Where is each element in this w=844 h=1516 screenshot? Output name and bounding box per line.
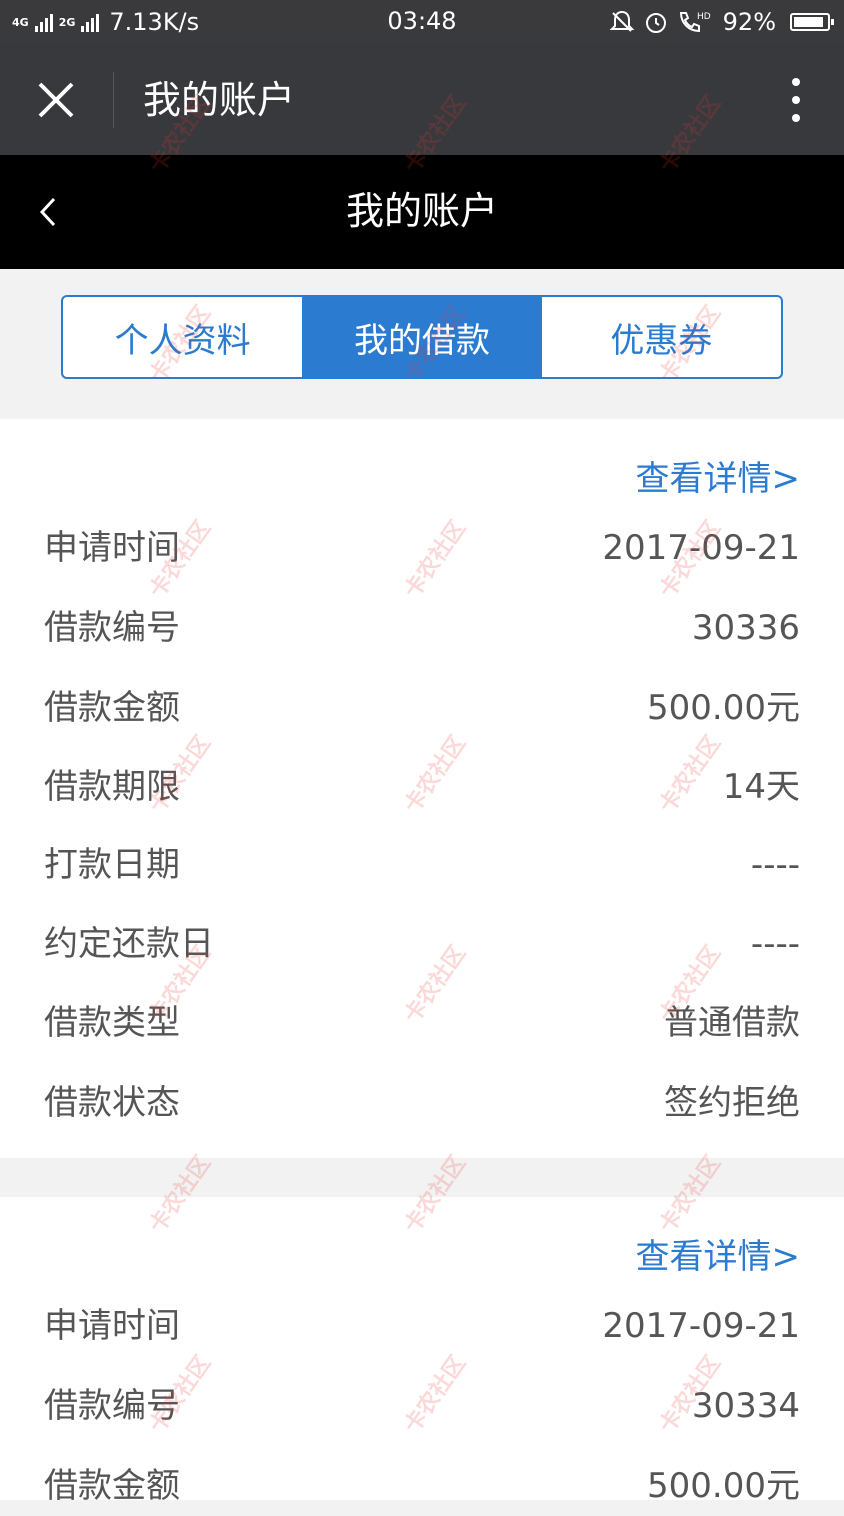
tab-my-loans[interactable]: 我的借款	[302, 297, 542, 377]
field-label: 借款编号	[44, 1386, 180, 1426]
field-value: 500.00元	[647, 1466, 800, 1506]
list-item: 借款金额 500.00元	[0, 1456, 844, 1516]
tab-bar: 个人资料 我的借款 优惠券	[61, 295, 783, 379]
loan-card: 查看详情> 申请时间 2017-09-21 借款编号 30336 借款金额 50…	[0, 419, 844, 1158]
field-label: 打款日期	[44, 845, 180, 885]
page-nav: 我的账户	[0, 155, 844, 269]
hd-call-icon: HD	[679, 12, 711, 33]
page-title: 我的账户	[345, 189, 498, 233]
loan-card: 查看详情> 申请时间 2017-09-21 借款编号 30334 借款金额 50…	[0, 1197, 844, 1506]
list-item: 借款金额 500.00元	[0, 678, 844, 738]
list-item: 借款类型 普通借款	[0, 993, 844, 1053]
field-value: 普通借款	[664, 1003, 800, 1043]
header-divider	[113, 72, 114, 128]
field-value: ----	[750, 845, 800, 885]
field-value: 30336	[691, 608, 800, 648]
field-value: 14天	[722, 767, 800, 807]
view-details-link[interactable]: 查看详情>	[636, 1229, 801, 1278]
app-header: 我的账户	[0, 44, 844, 155]
field-label: 借款金额	[44, 688, 180, 728]
battery-percent: 92%	[722, 8, 776, 36]
list-item: 申请时间 2017-09-21	[0, 518, 844, 578]
more-vertical-icon[interactable]	[786, 76, 806, 124]
tab-profile[interactable]: 个人资料	[63, 297, 302, 377]
list-item: 借款编号 30334	[0, 1376, 844, 1436]
list-item: 借款编号 30336	[0, 598, 844, 658]
field-label: 申请时间	[44, 1306, 180, 1346]
tab-coupons[interactable]: 优惠券	[542, 297, 781, 377]
field-label: 借款状态	[44, 1083, 180, 1123]
field-value: 30334	[691, 1386, 800, 1426]
field-label: 借款编号	[44, 608, 180, 648]
field-value: 500.00元	[647, 688, 800, 728]
app-header-title: 我的账户	[143, 78, 296, 122]
field-label: 申请时间	[44, 528, 180, 568]
field-value: 2017-09-21	[602, 528, 800, 568]
list-item: 约定还款日 ----	[0, 914, 844, 974]
close-icon[interactable]	[30, 74, 82, 126]
notification-muted-icon	[609, 10, 635, 32]
status-right: HD 92%	[609, 6, 834, 38]
field-label: 借款类型	[44, 1003, 180, 1043]
list-item: 申请时间 2017-09-21	[0, 1296, 844, 1356]
field-label: 借款金额	[44, 1466, 180, 1506]
list-item: 借款状态 签约拒绝	[0, 1073, 844, 1133]
list-item: 打款日期 ----	[0, 835, 844, 895]
field-label: 借款期限	[44, 767, 180, 807]
svg-text:HD: HD	[697, 12, 711, 22]
list-item: 借款期限 14天	[0, 757, 844, 817]
field-value: 2017-09-21	[602, 1306, 800, 1346]
battery-icon	[790, 13, 834, 31]
field-value: ----	[750, 924, 800, 964]
field-label: 约定还款日	[44, 924, 214, 964]
view-details-link[interactable]: 查看详情>	[636, 451, 801, 500]
field-value: 签约拒绝	[664, 1083, 800, 1123]
alarm-icon	[645, 13, 666, 33]
status-bar: 4G 2G 7.13K/s 03:48 HD 92%	[0, 0, 844, 44]
